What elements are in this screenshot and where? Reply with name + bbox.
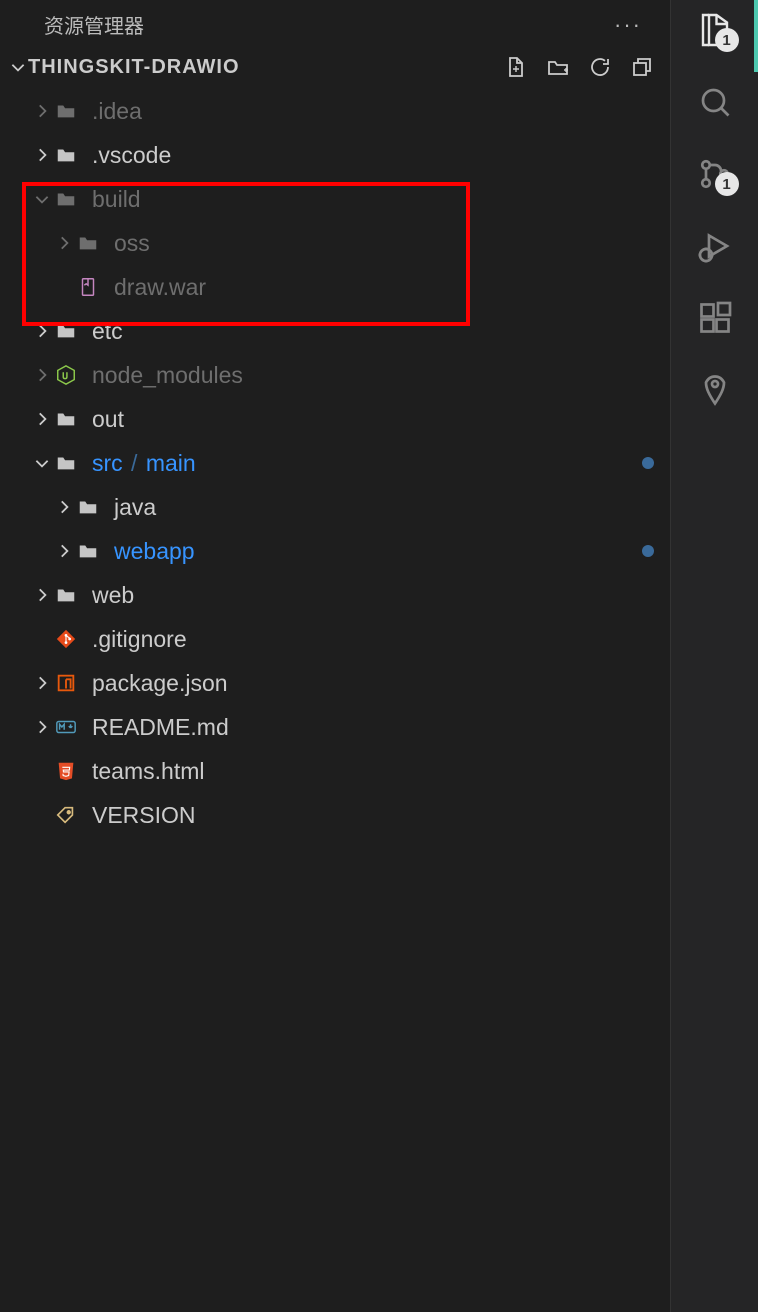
tree-item-label: etc	[92, 318, 654, 345]
folder-icon	[52, 452, 80, 474]
folder-icon	[74, 232, 102, 254]
modified-indicator	[642, 457, 654, 469]
panel-more-button[interactable]: ···	[614, 12, 650, 38]
folder-icon	[74, 496, 102, 518]
tree-item-label: oss	[114, 230, 654, 257]
search-activity-icon[interactable]	[693, 80, 737, 124]
run-debug-activity-icon[interactable]	[693, 224, 737, 268]
extensions-activity-icon[interactable]	[693, 296, 737, 340]
folder-icon	[74, 540, 102, 562]
tree-item-label: .gitignore	[92, 626, 654, 653]
chevron-down-icon	[32, 190, 52, 208]
tree-item-idea[interactable]: .idea	[0, 89, 670, 133]
tree-item-node[interactable]: node_modules	[0, 353, 670, 397]
chevron-right-icon	[54, 234, 74, 252]
folder-icon	[52, 188, 80, 210]
tree-item-label: web	[92, 582, 654, 609]
md-icon	[52, 716, 80, 738]
tree-item-label: src / main	[92, 450, 642, 477]
tree-item-pkg[interactable]: package.json	[0, 661, 670, 705]
tree-item-giti[interactable]: .gitignore	[0, 617, 670, 661]
chevron-right-icon	[32, 322, 52, 340]
tree-item-label: webapp	[114, 538, 642, 565]
nodejs-icon	[52, 364, 80, 386]
explorer-badge: 1	[715, 28, 739, 52]
tree-item-label: out	[92, 406, 654, 433]
folder-icon	[52, 144, 80, 166]
chevron-down-icon	[8, 58, 28, 76]
panel-header: 资源管理器 ···	[0, 0, 670, 45]
folder-icon	[52, 584, 80, 606]
html-icon	[52, 760, 80, 782]
collapse-all-button[interactable]	[630, 55, 654, 79]
tree-item-label: build	[92, 186, 654, 213]
tree-item-label: java	[114, 494, 654, 521]
tree-item-out[interactable]: out	[0, 397, 670, 441]
tree-item-build[interactable]: build	[0, 177, 670, 221]
activity-bar: 1 1	[670, 0, 758, 1312]
tree-item-label: .vscode	[92, 142, 654, 169]
project-section-header[interactable]: THINGSKIT-DRAWIO	[0, 45, 670, 89]
new-folder-button[interactable]	[546, 55, 570, 79]
scm-badge: 1	[715, 172, 739, 196]
panel-title: 资源管理器	[44, 10, 144, 39]
tree-item-java[interactable]: java	[0, 485, 670, 529]
chevron-right-icon	[32, 102, 52, 120]
npm-icon	[52, 672, 80, 694]
archive-icon	[74, 276, 102, 298]
tree-item-label: package.json	[92, 670, 654, 697]
chevron-right-icon	[54, 542, 74, 560]
folder-icon	[52, 408, 80, 430]
file-tree: .idea .vscode build oss draw.war etc node_modu…	[0, 89, 670, 837]
tree-item-label-2: main	[146, 450, 196, 476]
tree-item-webapp[interactable]: webapp	[0, 529, 670, 573]
tree-item-teams[interactable]: teams.html	[0, 749, 670, 793]
chevron-right-icon	[54, 498, 74, 516]
gitlens-activity-icon[interactable]	[693, 368, 737, 412]
section-actions	[504, 55, 654, 79]
explorer-activity-icon[interactable]: 1	[693, 8, 737, 52]
tree-item-label: draw.war	[114, 274, 654, 301]
chevron-right-icon	[32, 366, 52, 384]
tree-item-oss[interactable]: oss	[0, 221, 670, 265]
chevron-right-icon	[32, 410, 52, 428]
source-control-activity-icon[interactable]: 1	[693, 152, 737, 196]
project-name: THINGSKIT-DRAWIO	[28, 56, 504, 79]
tree-item-web[interactable]: web	[0, 573, 670, 617]
modified-indicator	[642, 545, 654, 557]
chevron-down-icon	[32, 454, 52, 472]
tree-item-label: .idea	[92, 98, 654, 125]
tag-icon	[52, 804, 80, 826]
tree-item-readme[interactable]: README.md	[0, 705, 670, 749]
tree-item-etc[interactable]: etc	[0, 309, 670, 353]
chevron-right-icon	[32, 674, 52, 692]
tree-item-label: README.md	[92, 714, 654, 741]
tree-item-src[interactable]: src / main	[0, 441, 670, 485]
new-file-button[interactable]	[504, 55, 528, 79]
explorer-sidebar: 资源管理器 ··· THINGSKIT-DRAWIO	[0, 0, 670, 1312]
tree-item-ver[interactable]: VERSION	[0, 793, 670, 837]
app-root: 资源管理器 ··· THINGSKIT-DRAWIO	[0, 0, 758, 1312]
refresh-button[interactable]	[588, 55, 612, 79]
chevron-right-icon	[32, 586, 52, 604]
folder-icon	[52, 100, 80, 122]
tree-item-label: VERSION	[92, 802, 654, 829]
tree-item-label: node_modules	[92, 362, 654, 389]
chevron-right-icon	[32, 718, 52, 736]
folder-icon	[52, 320, 80, 342]
tree-item-war[interactable]: draw.war	[0, 265, 670, 309]
path-separator: /	[125, 450, 144, 476]
tree-item-vscode[interactable]: .vscode	[0, 133, 670, 177]
chevron-right-icon	[32, 146, 52, 164]
tree-item-label: teams.html	[92, 758, 654, 785]
git-icon	[52, 628, 80, 650]
